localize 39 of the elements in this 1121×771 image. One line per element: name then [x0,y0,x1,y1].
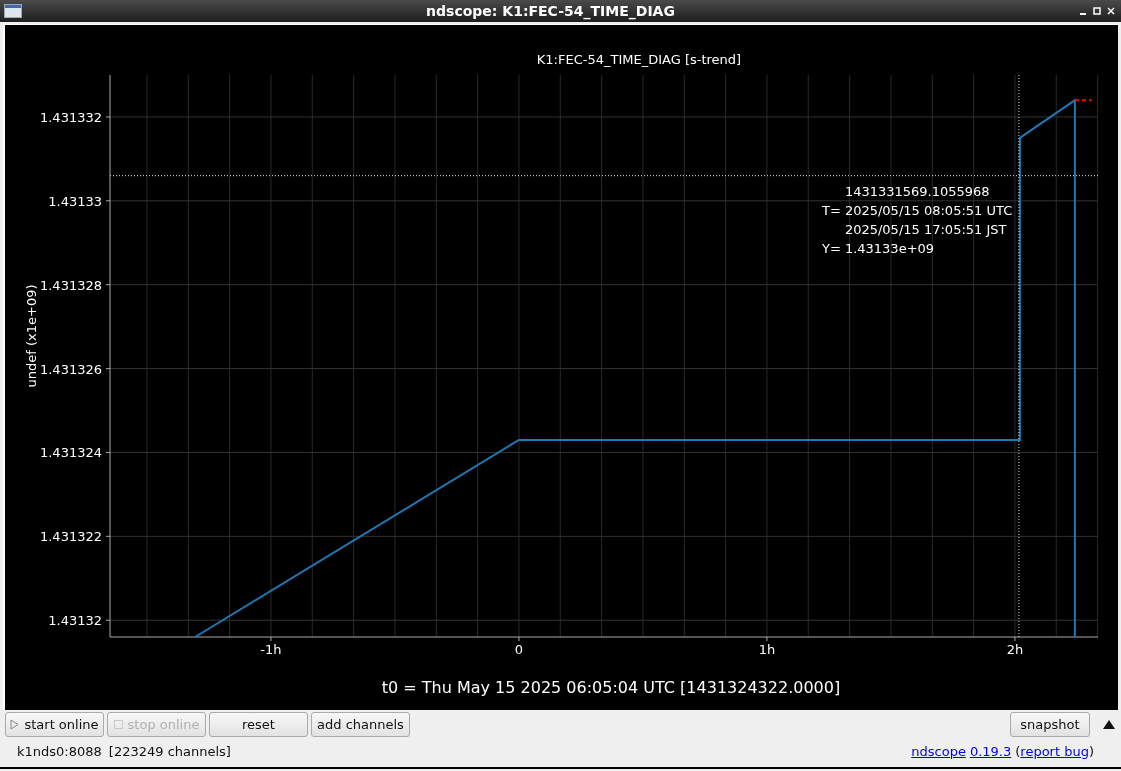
cursor-time-jst: 2025/05/15 17:05:51 JST [844,221,1007,237]
y-axis-label: undef (x1e+09) [24,284,39,388]
x-tick-label: 0 [514,642,524,657]
close-icon[interactable] [1107,7,1115,15]
y-tick-label: 1.431324 [39,445,102,461]
cursor-value: 1431331569.1055968 [844,183,990,199]
x-tick-label: -1h [260,642,282,657]
cursor-line[interactable] [109,175,1099,177]
stop-icon [113,719,123,729]
x-tick-label: 1h [758,642,776,657]
channel-count: [223249 channels] [108,743,231,759]
cursor-t-label: T= [822,202,841,218]
x-tick-label: 2h [1006,642,1024,657]
cursor-y-value: 1.43133e+09 [844,240,935,256]
t0-label: t0 = Thu May 15 2025 06:05:04 UTC [1431324322.0000] [381,678,841,697]
server-address: k1nds0:8088 [17,743,102,759]
cursor-line[interactable] [1018,74,1020,638]
maximize-icon[interactable] [1093,7,1101,15]
link[interactable]: 0.19.3 [969,743,1012,759]
cursor-time-utc: 2025/05/15 08:05:51 UTC [844,202,1013,218]
link[interactable]: ndscope [911,743,966,759]
collapse-triangle-icon[interactable] [1103,719,1115,729]
y-tick-label: 1.431328 [39,277,102,293]
y-tick-label: 1.431322 [39,529,102,545]
snapshot-button[interactable]: snapshot [1010,711,1090,737]
y-tick-label: 1.431326 [39,361,102,377]
window-icon[interactable] [4,4,22,18]
window-title: ndscope: K1:FEC-54_TIME_DIAG [425,3,676,19]
y-tick-label: 1.43132 [48,613,102,629]
play-icon [10,718,20,730]
chart-title: K1:FEC-54_TIME_DIAG [s-trend] [536,52,742,67]
about-text: ndscope 0.19.3 (report bug) [911,743,1094,759]
y-tick-label: 1.431332 [39,109,102,125]
link[interactable]: report bug [1020,743,1089,759]
toolbar-button[interactable]: add channels [311,711,410,737]
cursor-y-label: Y= [822,240,841,256]
toolbar-button[interactable]: start online [5,711,104,737]
y-tick-label: 1.43133 [48,193,102,209]
toolbar-button[interactable]: reset [209,711,308,737]
